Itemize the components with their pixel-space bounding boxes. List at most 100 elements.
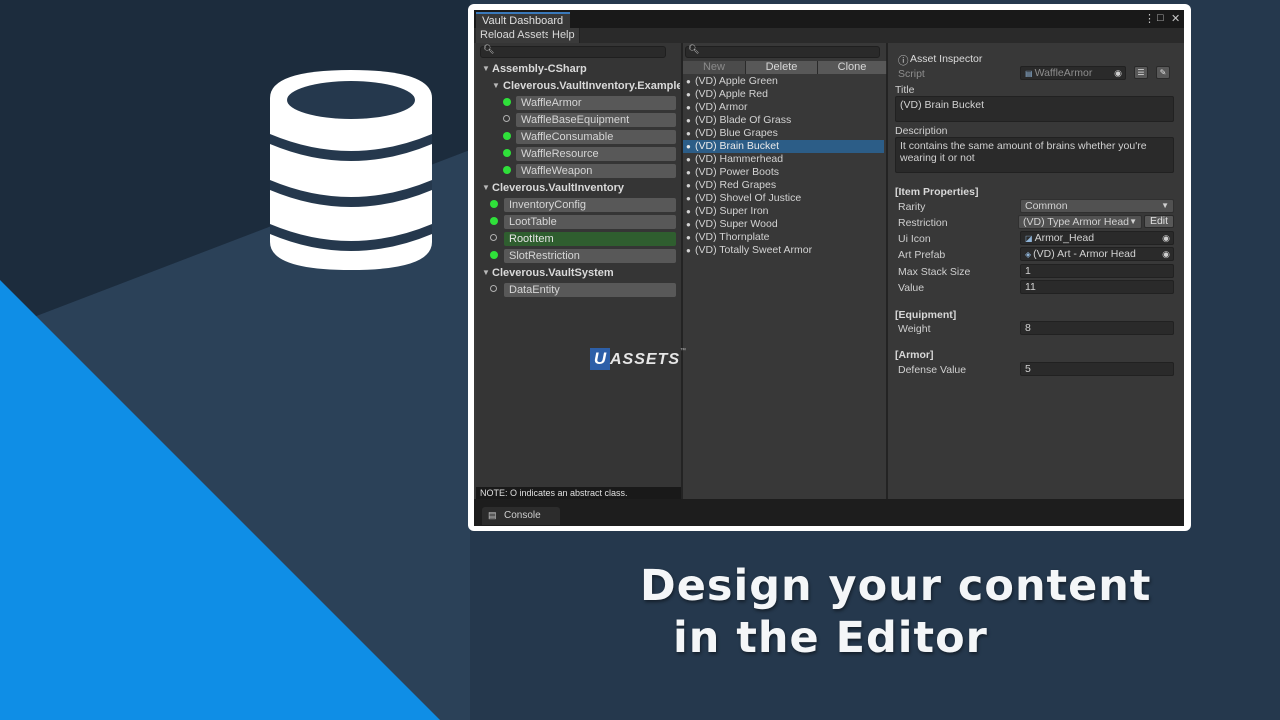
list-item-label: (VD) Power Boots [695,166,780,178]
list-item[interactable]: ● (VD) Armor [683,101,884,114]
type-item-waffle-base-equipment[interactable]: WaffleBaseEquipment [516,113,676,127]
list-item-label: (VD) Blade Of Grass [695,114,792,126]
maximize-icon[interactable]: □ [1157,12,1164,24]
value-label: Value [898,282,925,294]
bottom-dock: ▤ Console [474,499,1184,526]
tab-console[interactable]: ▤ Console [482,507,560,525]
restriction-dropdown[interactable]: (VD) Type Armor Head ▼ [1018,215,1142,229]
search-icon: 🔍︎ [483,44,495,54]
list-item[interactable]: ● (VD) Power Boots [683,166,884,179]
type-item-waffle-weapon[interactable]: WaffleWeapon [516,164,676,178]
edit-restriction-button[interactable]: Edit [1144,215,1174,228]
list-item[interactable]: ● (VD) Thornplate [683,231,884,244]
clone-button[interactable]: Clone [818,61,887,74]
description-label: Description [895,125,948,137]
weight-input[interactable]: 8 [1020,321,1174,335]
value-input[interactable]: 11 [1020,280,1174,294]
tab-console-label: Console [504,510,541,521]
abstract-dot [503,115,510,122]
tagline: Design your content in the Editor [640,560,1151,664]
tree-group-assembly[interactable]: ▼ Assembly-CSharp [480,62,587,76]
item-properties-header: [Item Properties] [895,186,979,198]
bullet-icon: ● [686,194,691,203]
max-stack-input[interactable]: 1 [1020,264,1174,278]
art-prefab-label: Art Prefab [898,249,946,261]
list-item-selected[interactable]: ● (VD) Brain Bucket [683,140,884,153]
list-item-label: (VD) Apple Green [695,75,778,87]
delete-button[interactable]: Delete [746,61,818,74]
tree-group-vault-system[interactable]: ▼ Cleverous.VaultSystem [480,266,614,280]
abstract-dot [490,285,497,292]
type-item-data-entity[interactable]: DataEntity [504,283,676,297]
art-prefab-field[interactable]: ◈ (VD) Art - Armor Head ◉ [1020,247,1174,261]
sprite-icon: ◪ [1025,234,1033,243]
bullet-icon: ● [686,77,691,86]
target-icon[interactable]: ◉ [1162,248,1170,260]
defense-input[interactable]: 5 [1020,362,1174,376]
help-button[interactable]: Help [548,28,580,43]
type-item-slot-restriction[interactable]: SlotRestriction [504,249,676,263]
window-titlebar: Vault Dashboard ⋮ □ ✕ [474,10,1184,28]
more-options-icon[interactable]: ⋮ [1144,12,1155,25]
status-dot [503,149,511,157]
tree-group-label: Cleverous.VaultSystem [492,267,614,279]
close-icon[interactable]: ✕ [1171,12,1180,25]
list-item[interactable]: ● (VD) Apple Green [683,75,884,88]
type-item-inventory-config[interactable]: InventoryConfig [504,198,676,212]
database-icon [270,70,432,270]
armor-header: [Armor] [895,349,934,361]
tab-vault-dashboard[interactable]: Vault Dashboard [476,12,570,28]
list-item-label: (VD) Armor [695,101,748,113]
target-icon[interactable]: ◉ [1162,232,1170,244]
type-item-waffle-armor[interactable]: WaffleArmor [516,96,676,110]
caret-down-icon: ▼ [482,64,490,73]
title-input[interactable]: (VD) Brain Bucket [895,96,1174,122]
ui-icon-label: Ui Icon [898,233,931,245]
rarity-label: Rarity [898,201,926,213]
description-input[interactable]: It contains the same amount of brains wh… [895,137,1174,173]
type-item-waffle-resource[interactable]: WaffleResource [516,147,676,161]
type-item-waffle-consumable[interactable]: WaffleConsumable [516,130,676,144]
restriction-dropdown-value: (VD) Type Armor Head [1023,216,1130,228]
type-item-root-item[interactable]: RootItem [504,232,676,246]
target-icon: ◉ [1114,68,1122,78]
bullet-icon: ● [686,246,691,255]
list-item[interactable]: ● (VD) Blade Of Grass [683,114,884,127]
bullet-icon: ● [686,116,691,125]
bullet-icon: ● [686,207,691,216]
settings-icon[interactable]: ☰ [1134,66,1148,79]
watermark-tm: ™ [680,348,687,354]
uassets-watermark: U ASSETS™ [590,348,686,370]
status-dot [503,166,511,174]
asset-search-input[interactable]: 🔍︎ [685,44,880,58]
list-item[interactable]: ● (VD) Blue Grapes [683,127,884,140]
status-dot [490,251,498,259]
reload-assets-button[interactable]: Reload Assets [476,28,556,43]
bullet-icon: ● [686,129,691,138]
max-stack-label: Max Stack Size [898,266,971,278]
type-search-input[interactable]: 🔍︎ [480,44,666,58]
tree-group-vault-inventory[interactable]: ▼ Cleverous.VaultInventory [480,181,624,195]
title-label: Title [895,84,915,96]
list-item[interactable]: ● (VD) Super Iron [683,205,884,218]
list-item[interactable]: ● (VD) Apple Red [683,88,884,101]
rarity-dropdown[interactable]: Common ▼ [1020,199,1174,213]
list-item[interactable]: ● (VD) Shovel Of Justice [683,192,884,205]
edit-script-icon[interactable]: ✎ [1156,66,1170,79]
list-item[interactable]: ● (VD) Red Grapes [683,179,884,192]
type-item-loot-table[interactable]: LootTable [504,215,676,229]
tree-group-example[interactable]: ▼ Cleverous.VaultInventory.Example (5 [490,79,680,93]
new-button[interactable]: New [683,61,746,74]
list-item[interactable]: ● (VD) Totally Sweet Armor [683,244,884,257]
list-item[interactable]: ● (VD) Hammerhead [683,153,884,166]
watermark-text: ASSETS [610,351,681,368]
bullet-icon: ● [686,168,691,177]
bullet-icon: ● [686,155,691,164]
list-item[interactable]: ● (VD) Super Wood [683,218,884,231]
list-item-label: (VD) Blue Grapes [695,127,778,139]
list-item-label: (VD) Totally Sweet Armor [695,244,813,256]
restriction-label: Restriction [898,217,948,229]
ui-icon-field[interactable]: ◪ Armor_Head ◉ [1020,231,1174,245]
list-item-label: (VD) Red Grapes [695,179,777,191]
asset-list-panel: 🔍︎ New Delete Clone ● (VD) Apple Green ● (… [683,43,888,499]
